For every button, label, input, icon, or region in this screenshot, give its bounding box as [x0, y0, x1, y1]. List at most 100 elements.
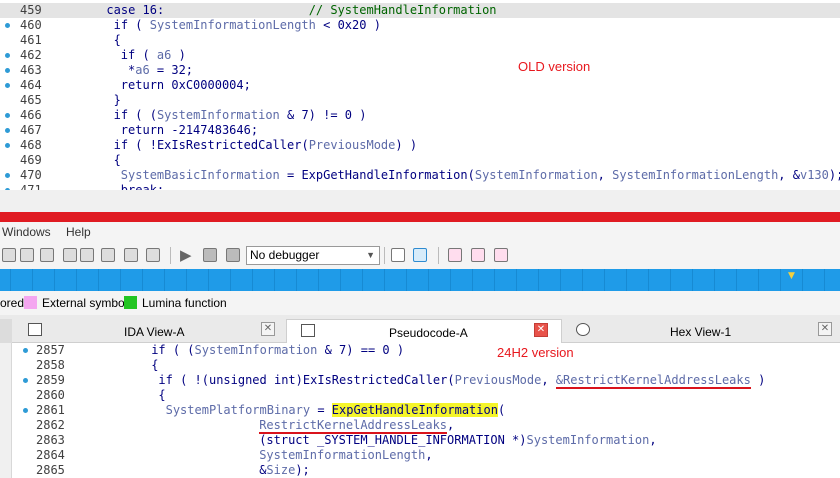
code-line[interactable]: 2860 {	[0, 388, 840, 403]
code-line[interactable]: 460 if ( SystemInformationLength < 0x20 )	[0, 18, 840, 33]
breakpoint-dot-icon[interactable]	[23, 348, 28, 353]
code-line[interactable]: 467 return -2147483646;	[0, 123, 840, 138]
code-line[interactable]: 2857 if ( (SystemInformation & 7) == 0 )	[0, 343, 840, 358]
breakpoint-dot-icon[interactable]	[5, 113, 10, 118]
tab-pseudocode-a[interactable]: Pseudocode-A ✕	[286, 319, 562, 343]
nav-band-tick	[252, 269, 253, 291]
breakpoint-dot-icon[interactable]	[23, 378, 28, 383]
code-token: }	[113, 93, 121, 107]
breakpoint-dot-icon[interactable]	[5, 83, 10, 88]
legend-label-ignored: ored	[0, 296, 25, 310]
code-token: = 32;	[149, 63, 194, 77]
tab-label: Hex View-1	[670, 325, 732, 339]
code-line[interactable]: 464 return 0xC0000004;	[0, 78, 840, 93]
debugger-select-value: No debugger	[250, 248, 320, 262]
pseudocode-c-active-icon[interactable]	[413, 248, 427, 262]
tab-ida-view-a[interactable]: IDA View-A ✕	[14, 319, 286, 343]
nav-band-tick	[362, 269, 363, 291]
code-identifier: a6	[135, 63, 150, 77]
code-line[interactable]: 463 *a6 = 32;	[0, 63, 840, 78]
segments-icon[interactable]	[101, 248, 115, 262]
code-line[interactable]: 461 {	[0, 33, 840, 48]
code-identifier: SystemPlatformBinary	[165, 403, 311, 417]
lumina-function-swatch	[124, 296, 137, 309]
code-identifier: a6	[156, 48, 172, 62]
debugger-select[interactable]: No debugger ▼	[246, 246, 380, 265]
stack-icon[interactable]	[448, 248, 462, 262]
menu-help[interactable]: Help	[66, 225, 91, 239]
code-token: , &	[778, 168, 800, 182]
list-add-icon[interactable]	[471, 248, 485, 262]
code-text: if ( (SystemInformation & 7) != 0 )	[114, 108, 367, 123]
code-line[interactable]: 469 {	[0, 153, 840, 168]
pseudocode-c-icon[interactable]	[391, 248, 405, 262]
code-identifier: Size	[266, 463, 296, 477]
line-number: 2860	[36, 388, 65, 402]
code-line[interactable]: 462 if ( a6 )	[0, 48, 840, 63]
pen-icon[interactable]	[124, 248, 138, 262]
close-icon[interactable]: ✕	[261, 322, 275, 336]
close-icon[interactable]: ✕	[818, 322, 832, 336]
code-line[interactable]: 2865 &Size);	[0, 463, 840, 478]
nav-band-tick	[560, 269, 561, 291]
navigate-back-icon[interactable]	[2, 248, 16, 262]
line-number: 471	[20, 183, 42, 190]
nav-band-tick	[406, 269, 407, 291]
list-icon[interactable]	[40, 248, 54, 262]
stop-icon[interactable]	[226, 248, 240, 262]
code-token: break;	[120, 183, 165, 190]
breakpoint-dot-icon[interactable]	[5, 23, 10, 28]
code-identifier: SystemInformation	[526, 433, 650, 447]
code-line[interactable]: 2862 RestrictKernelAddressLeaks,	[0, 418, 840, 434]
code-line[interactable]: 2858 {	[0, 358, 840, 373]
code-token: if (	[120, 48, 157, 62]
breakpoint-dot-icon[interactable]	[5, 128, 10, 133]
line-number: 470	[20, 168, 42, 182]
code-line[interactable]: 2859 if ( !(unsigned int)ExIsRestrictedCa…	[0, 373, 840, 389]
code-token: if ( (	[113, 108, 157, 122]
code-line[interactable]: 2863 (struct _SYSTEM_HANDLE_INFORMATION *…	[0, 433, 840, 448]
breakpoint-icon[interactable]	[146, 248, 160, 262]
close-icon[interactable]: ✕	[534, 323, 548, 337]
pause-icon[interactable]	[203, 248, 217, 262]
toolbar-separator	[170, 247, 171, 264]
breakpoint-dot-icon[interactable]	[5, 143, 10, 148]
code-line[interactable]: 466 if ( (SystemInformation & 7) != 0 )	[0, 108, 840, 123]
code-function: ExIsRestrictedCaller	[156, 138, 302, 152]
code-token: < 0x20 )	[315, 18, 381, 32]
code-identifier: SystemInformationLength	[149, 18, 316, 32]
code-line[interactable]: 2861 SystemPlatformBinary = ExpGetHandleI…	[0, 403, 840, 418]
code-line[interactable]: 470 SystemBasicInformation = ExpGetHandle…	[0, 168, 840, 183]
dropdown-icon[interactable]	[80, 248, 94, 262]
external-symbol-swatch	[24, 296, 37, 309]
code-token: (	[467, 168, 475, 182]
breakpoint-dot-icon[interactable]	[5, 53, 10, 58]
code-line[interactable]: 468 if ( !ExIsRestrictedCaller(PreviousMo…	[0, 138, 840, 153]
line-number: 2864	[36, 448, 65, 462]
code-line[interactable]: 465}	[0, 93, 840, 108]
code-function: ExpGetHandleInformation	[331, 403, 498, 417]
breakpoint-dot-icon[interactable]	[5, 68, 10, 73]
navigate-forward-icon[interactable]	[20, 248, 34, 262]
nav-band-tick	[54, 269, 55, 291]
code-token: =	[279, 168, 302, 182]
old-pseudocode-pane[interactable]: 459 case 16: // SystemHandleInformation 46…	[0, 0, 840, 190]
menu-windows[interactable]: Windows	[2, 225, 51, 239]
code-token: (	[301, 138, 309, 152]
breakpoint-dot-icon[interactable]	[5, 173, 10, 178]
navigation-band[interactable]: ▼	[0, 269, 840, 291]
play-icon[interactable]: ▶	[180, 246, 192, 264]
functions-icon[interactable]	[63, 248, 77, 262]
code-line[interactable]: 459 case 16: // SystemHandleInformation	[0, 3, 840, 18]
code-line[interactable]: 471 break;	[0, 183, 840, 190]
nav-band-tick	[186, 269, 187, 291]
code-text: break;	[121, 183, 164, 190]
list-remove-icon[interactable]	[494, 248, 508, 262]
code-line[interactable]: 2864 SystemInformationLength,	[0, 448, 840, 463]
toolbar-separator	[438, 247, 439, 264]
code-identifier: SystemInformation	[156, 108, 280, 122]
breakpoint-dot-icon[interactable]	[23, 408, 28, 413]
new-pseudocode-pane[interactable]: 2857 if ( (SystemInformation & 7) == 0 ) 2…	[0, 343, 840, 478]
pseudocode-icon	[301, 324, 315, 337]
tab-hex-view-1[interactable]: Hex View-1 ✕	[562, 319, 840, 343]
